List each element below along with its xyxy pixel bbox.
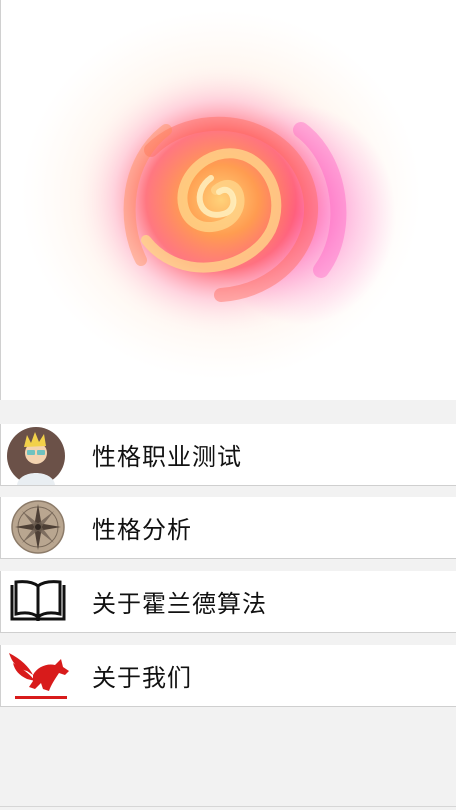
bottom-divider [0,806,456,807]
menu-item-label: 性格分析 [92,516,192,544]
menu-item-personality-analysis[interactable]: 性格分析 [0,497,456,559]
hero-banner [0,0,456,400]
pegasus-logo-icon [7,649,71,701]
menu-item-label: 性格职业测试 [92,443,242,471]
book-icon [9,579,67,623]
avatar-icon [7,427,65,485]
swirl-illustration [21,10,421,380]
menu-item-label: 关于霍兰德算法 [92,590,267,618]
menu-item-label: 关于我们 [92,664,192,692]
compass-icon [11,500,65,554]
menu-item-career-test[interactable]: 性格职业测试 [0,424,456,486]
menu-item-holland-algorithm[interactable]: 关于霍兰德算法 [0,571,456,633]
menu-item-about-us[interactable]: 关于我们 [0,645,456,707]
